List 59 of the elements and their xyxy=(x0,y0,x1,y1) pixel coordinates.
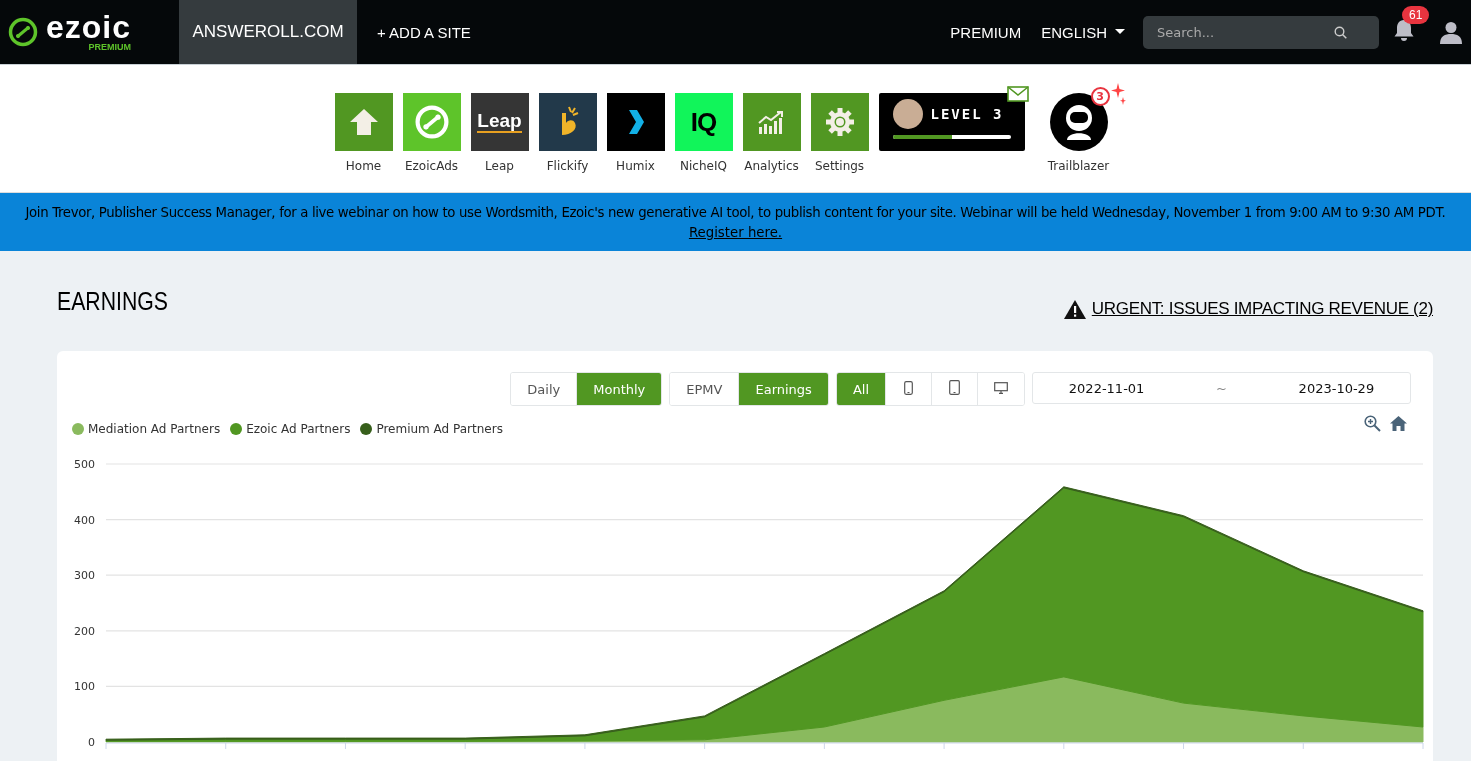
caret-icon xyxy=(1115,29,1125,35)
chevron-icon xyxy=(626,109,645,135)
y-axis-label: 200 xyxy=(74,624,95,638)
register-link[interactable]: Register here. xyxy=(688,225,783,240)
app-launcher-item[interactable]: EzoicAds xyxy=(402,93,461,173)
search-field[interactable]: Search... xyxy=(1143,15,1379,49)
banner-message: Join Trevor, Publisher Success Manager, for a live webinar on how to use Wordsmith, Ezoic's new generative AI tool, to publish content for your site. Webinar will be held Wednesday, November 1 from 9:00 AM to 9:30 AM PDT. xyxy=(23,204,1447,222)
app-launcher-item[interactable]: IQ NicheIQ xyxy=(674,93,733,173)
app-launcher-item[interactable]: Settings xyxy=(810,93,869,173)
leap-logo-text: Leap xyxy=(477,111,522,133)
y-axis-label: 300 xyxy=(74,569,95,583)
logo-tier-label: PREMIUM xyxy=(88,42,132,52)
period-toggle[interactable]: Monthly xyxy=(576,373,662,405)
y-axis-label: 0 xyxy=(88,736,95,749)
search-icon xyxy=(1334,25,1347,39)
app-launcher-item[interactable]: Home xyxy=(334,93,393,173)
ring-logo-icon xyxy=(413,104,450,140)
envelope-icon xyxy=(1006,86,1029,102)
level-label: LEVEL 3 xyxy=(930,106,1004,122)
language-dropdown[interactable]: ENGLISH xyxy=(1041,23,1125,41)
monitor-icon xyxy=(994,381,1008,394)
house-icon xyxy=(348,108,379,136)
legend-item[interactable]: Ezoic Ad Partners xyxy=(230,422,351,436)
level-badge[interactable]: LEVEL 3 xyxy=(878,93,1025,151)
user-avatar-icon[interactable] xyxy=(1439,20,1463,44)
avatar-silhouette xyxy=(892,99,923,129)
gear-icon xyxy=(824,107,855,137)
desktop-device-toggle[interactable] xyxy=(977,373,1024,405)
warning-icon xyxy=(1063,299,1086,319)
add-site-link[interactable]: + ADD A SITE xyxy=(357,23,491,41)
sparkle-icon xyxy=(1109,83,1126,105)
legend-item[interactable]: Premium Ad Partners xyxy=(360,422,503,436)
trailblazer-link[interactable]: Trailblazer xyxy=(1047,159,1110,173)
tablet-icon xyxy=(949,380,960,395)
app-launcher-item[interactable]: Humix xyxy=(606,93,665,173)
all-devices-toggle[interactable]: All xyxy=(836,373,885,405)
phone-icon xyxy=(904,380,913,395)
page-title: EARNINGS xyxy=(57,286,168,316)
urgent-issues-link[interactable]: URGENT: ISSUES IMPACTING REVENUE (2) xyxy=(1063,299,1433,319)
trailblazer-count-badge: 3 xyxy=(1090,87,1110,106)
home-icon[interactable] xyxy=(1390,415,1407,431)
site-tab[interactable]: ANSWEROLL.COM xyxy=(179,0,357,64)
y-axis-label: 400 xyxy=(74,513,95,527)
logo-wordmark: ezoic xyxy=(46,12,132,42)
bell-icon[interactable] xyxy=(1393,18,1415,42)
y-axis-label: 500 xyxy=(74,458,95,471)
zoom-in-icon[interactable] xyxy=(1364,414,1381,432)
nicheiq-logo-text: IQ xyxy=(690,106,717,138)
y-axis-label: 100 xyxy=(74,680,95,694)
astronaut-icon[interactable] xyxy=(1049,93,1108,151)
app-launcher-item[interactable]: Flickify xyxy=(538,93,597,173)
notification-count-badge: 61 xyxy=(1402,6,1430,24)
logo-ring-icon xyxy=(8,17,38,47)
app-launcher-item[interactable]: Analytics xyxy=(742,93,801,173)
legend-item[interactable]: Mediation Ad Partners xyxy=(72,422,221,436)
app-launcher-item[interactable]: Leap Leap xyxy=(470,93,529,173)
date-range-field[interactable]: 2022-11-01 ~ 2023-10-29 xyxy=(1032,372,1411,404)
metric-toggle[interactable]: Earnings xyxy=(738,373,828,405)
premium-link[interactable]: PREMIUM xyxy=(930,23,1042,41)
